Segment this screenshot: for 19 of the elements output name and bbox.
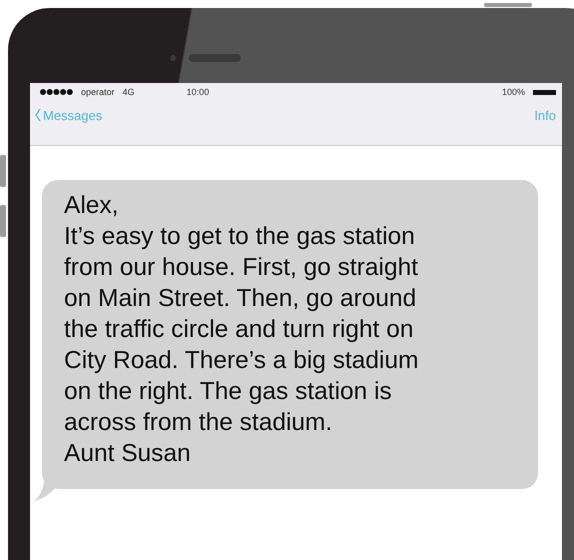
- message-text: on Main Street. Then, go around: [64, 284, 418, 314]
- time-text: 10:00: [186, 87, 210, 97]
- message-text: from our house. First, go straight: [64, 253, 420, 283]
- message-text: the traffic circle and turn right on: [64, 315, 415, 345]
- chevron-left-icon: [35, 108, 41, 122]
- network-text: 4G: [122, 87, 135, 97]
- carrier-text: operator: [81, 87, 115, 97]
- message-text: across from the stadium.: [64, 408, 334, 438]
- signal-icon: [40, 89, 73, 95]
- info-link[interactable]: Info: [534, 108, 556, 122]
- camera-icon: [170, 55, 176, 61]
- battery-text: 100%: [502, 87, 525, 97]
- message-text: City Road. There’s a big stadium: [64, 346, 420, 376]
- message-text: Aunt Susan: [64, 439, 192, 469]
- battery-icon: [533, 90, 556, 94]
- message-text: Alex,: [64, 191, 120, 221]
- speaker-icon: [189, 54, 241, 62]
- message-text: on the right. The gas station is: [64, 377, 393, 407]
- message-text: It’s easy to get to the gas station: [64, 222, 416, 252]
